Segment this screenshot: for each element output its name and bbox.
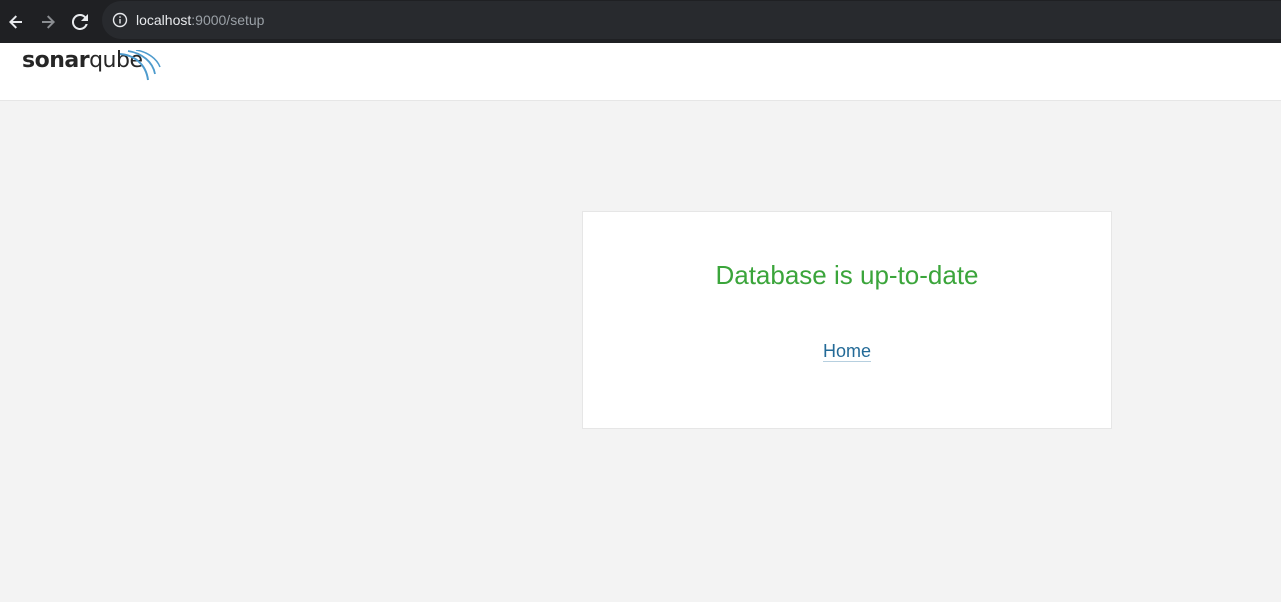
setup-status-card: Database is up-to-date Home	[582, 211, 1112, 429]
info-icon[interactable]	[112, 12, 128, 28]
back-button[interactable]	[0, 6, 32, 38]
sonarqube-logo[interactable]: sonarqube	[22, 50, 161, 81]
forward-button[interactable]	[32, 6, 64, 38]
page-title: Database is up-to-date	[715, 260, 979, 290]
address-bar[interactable]: localhost:9000/setup	[102, 1, 1281, 39]
url-path: :9000/setup	[191, 12, 265, 28]
browser-toolbar: localhost:9000/setup	[0, 0, 1281, 43]
url-host: localhost	[136, 12, 192, 28]
home-link[interactable]: Home	[822, 341, 871, 362]
app-header: sonarqube	[0, 43, 1281, 101]
logo-text-sonar: sonar	[22, 48, 90, 73]
logo-waves-icon	[119, 50, 161, 81]
arrow-left-icon	[9, 14, 22, 29]
reload-icon	[72, 13, 88, 30]
reload-button[interactable]	[64, 6, 96, 38]
arrow-right-icon	[42, 14, 55, 29]
